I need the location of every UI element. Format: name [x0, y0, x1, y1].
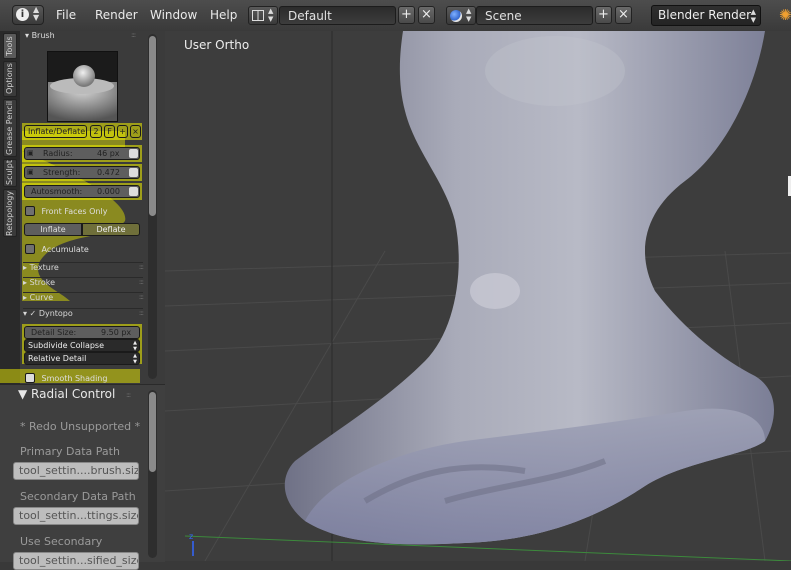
layout-grid-icon	[252, 10, 264, 21]
remove-layout-button[interactable]: ×	[418, 6, 435, 24]
updown-arrows-icon: ▲ ▼	[466, 7, 472, 23]
radial-control-title: Radial Control	[31, 387, 116, 401]
strength-label: Strength:	[43, 168, 81, 177]
pressure-icon[interactable]	[129, 168, 138, 177]
checkbox-box	[25, 244, 35, 254]
redo-unsupported-text: * Redo Unsupported *	[20, 420, 141, 433]
render-engine-label: Blender Render	[658, 8, 752, 22]
subdivide-collapse-label: Subdivide Collapse	[28, 341, 105, 350]
info-icon: i	[16, 8, 29, 21]
top-header: i ▲ ▼ File Render Window Help ▲ ▼ Default …	[0, 0, 791, 32]
texture-panel-title: Texture	[29, 263, 59, 272]
autosmooth-slider[interactable]: Autosmooth: 0.000	[24, 185, 140, 198]
radius-value: 46 px	[97, 149, 120, 158]
radius-label: Radius:	[43, 149, 73, 158]
radial-control-header[interactable]: ▼ Radial Control	[18, 387, 115, 401]
scene-selector-button[interactable]: ▲ ▼	[446, 6, 476, 25]
scrollbar-thumb[interactable]	[149, 392, 156, 472]
smooth-shading-checkbox[interactable]: Smooth Shading	[25, 373, 107, 383]
stroke-panel-header[interactable]: ▸ Stroke:::	[23, 277, 144, 291]
subdivide-collapse-dropdown[interactable]: Subdivide Collapse ▲ ▼	[24, 339, 140, 352]
updown-arrows-icon: ▲ ▼	[268, 7, 274, 23]
operator-panel-scrollbar[interactable]	[148, 390, 157, 558]
detail-size-slider[interactable]: Detail Size: 9.50 px	[24, 326, 140, 339]
front-faces-label: Front Faces Only	[41, 206, 108, 216]
lock-icon: ▣	[27, 168, 34, 176]
primary-data-path-field[interactable]: tool_settin....brush.size	[13, 462, 139, 480]
curve-panel-header[interactable]: ▸ Curve:::	[23, 292, 144, 306]
scene-icon	[450, 10, 462, 22]
brush-name-field[interactable]: Inflate/Deflate	[24, 125, 87, 138]
menu-window[interactable]: Window	[150, 8, 197, 22]
view-label: User Ortho	[184, 38, 250, 52]
accumulate-label: Accumulate	[41, 244, 89, 254]
svg-text:z: z	[189, 532, 193, 541]
render-icon[interactable]: ✺	[779, 7, 791, 23]
texture-panel-header[interactable]: ▸ Texture:::	[23, 262, 144, 276]
use-secondary-field[interactable]: tool_settin...sified_size	[13, 552, 139, 570]
updown-arrows-icon: ▲ ▼	[33, 5, 40, 22]
checkbox-checked-icon	[25, 373, 35, 383]
lock-icon: ▣	[27, 149, 34, 157]
menu-help[interactable]: Help	[210, 8, 237, 22]
updown-arrows-icon: ▲ ▼	[750, 8, 756, 24]
secondary-data-path-label: Secondary Data Path	[20, 490, 136, 503]
detail-size-label: Detail Size:	[31, 328, 77, 337]
brush-panel-title: Brush	[31, 31, 55, 40]
stroke-panel-title: Stroke	[29, 278, 56, 287]
remove-scene-button[interactable]: ×	[615, 6, 632, 24]
accumulate-checkbox[interactable]: Accumulate	[25, 244, 89, 254]
drag-grip-icon[interactable]: :::	[131, 31, 136, 39]
radius-slider[interactable]: ▣ Radius: 46 px	[24, 147, 140, 160]
mesh-highlight	[485, 36, 625, 106]
use-secondary-label: Use Secondary	[20, 535, 103, 548]
scene-field[interactable]: Scene	[476, 6, 593, 25]
checkbox-box	[25, 206, 35, 216]
strength-slider[interactable]: ▣ Strength: 0.472	[24, 166, 140, 179]
drag-grip-icon[interactable]: :::	[126, 391, 131, 399]
mesh-highlight	[470, 273, 520, 309]
axis-gizmo: z	[189, 532, 194, 556]
detail-type-label: Relative Detail	[28, 354, 87, 363]
scrollbar-thumb[interactable]	[149, 36, 156, 216]
front-faces-checkbox[interactable]: Front Faces Only	[25, 206, 107, 216]
secondary-data-path-field[interactable]: tool_settin...ttings.size	[13, 507, 139, 525]
info-editor-type-button[interactable]: i ▲ ▼	[12, 5, 44, 25]
menu-file[interactable]: File	[56, 8, 76, 22]
autosmooth-label: Autosmooth:	[31, 187, 83, 196]
brush-users-count[interactable]: 2	[90, 125, 102, 138]
screen-layout-field[interactable]: Default	[279, 6, 396, 25]
remove-brush-button[interactable]: ×	[130, 125, 141, 138]
strength-value: 0.472	[97, 168, 120, 177]
screen-layout-button[interactable]: ▲ ▼	[248, 6, 278, 25]
updown-arrows-icon: ▲ ▼	[133, 340, 137, 352]
3d-viewport[interactable]: z User Ortho	[165, 31, 791, 561]
curve-panel-title: Curve	[29, 293, 54, 302]
smooth-shading-label: Smooth Shading	[41, 373, 108, 383]
fake-user-button[interactable]: F	[104, 125, 115, 138]
brush-preview-image	[48, 65, 117, 121]
add-scene-button[interactable]: +	[595, 6, 612, 24]
menu-render[interactable]: Render	[95, 8, 138, 22]
autosmooth-value: 0.000	[97, 187, 120, 196]
pressure-icon[interactable]	[129, 187, 138, 196]
detail-size-value: 9.50 px	[101, 328, 132, 337]
tool-panel-scrollbar[interactable]	[148, 34, 157, 379]
render-engine-dropdown[interactable]: Blender Render ▲ ▼	[651, 5, 761, 26]
detail-type-dropdown[interactable]: Relative Detail ▲ ▼	[24, 352, 140, 365]
dyntopo-panel-header[interactable]: ▾ ✓ Dyntopo:::	[23, 308, 144, 322]
primary-data-path-label: Primary Data Path	[20, 445, 120, 458]
deflate-button[interactable]: Deflate	[82, 223, 140, 236]
updown-arrows-icon: ▲ ▼	[133, 353, 137, 365]
brush-preview-thumbnail[interactable]	[47, 51, 118, 122]
brush-panel-header[interactable]: ▾ Brush	[25, 31, 55, 40]
add-layout-button[interactable]: +	[398, 6, 415, 24]
dyntopo-panel-title: Dyntopo	[38, 309, 73, 318]
inflate-button[interactable]: Inflate	[24, 223, 82, 236]
add-brush-button[interactable]: +	[117, 125, 128, 138]
viewport-scene: z	[165, 31, 791, 561]
pressure-icon[interactable]	[129, 149, 138, 158]
